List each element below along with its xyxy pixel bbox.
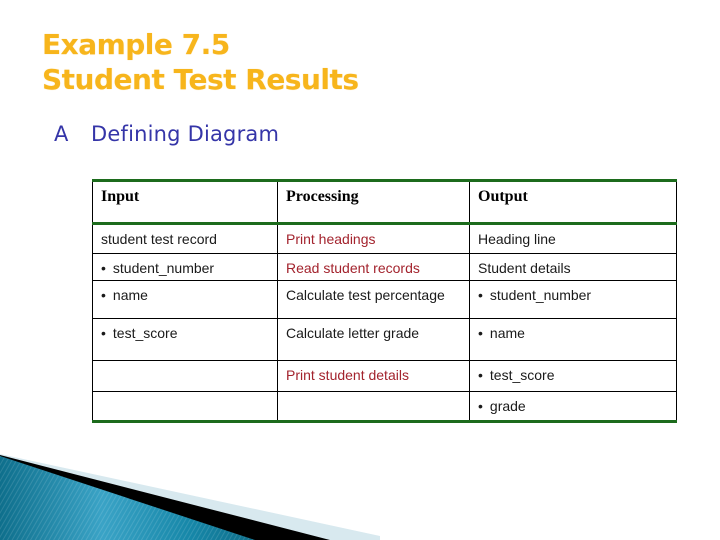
cell-text: Calculate test percentage bbox=[286, 287, 445, 303]
header-processing: Processing bbox=[277, 179, 470, 225]
cell-processing: Calculate letter grade bbox=[277, 318, 470, 361]
bullet-item: test_score bbox=[478, 367, 555, 383]
bullet-item: test_score bbox=[101, 325, 178, 341]
cell-processing: Calculate test percentage bbox=[277, 280, 470, 319]
table-row: student test record Print headings Headi… bbox=[92, 223, 677, 254]
bullet-item: grade bbox=[478, 398, 526, 414]
bullet-item: student_number bbox=[101, 260, 214, 276]
cell-text: student test record bbox=[101, 231, 217, 247]
table-header-row: Input Processing Output bbox=[92, 179, 677, 225]
cell-text: Print headings bbox=[286, 231, 376, 247]
bullet-item: name bbox=[478, 325, 525, 341]
table-row: test_score Calculate letter grade name bbox=[92, 318, 677, 361]
header-output: Output bbox=[469, 179, 677, 225]
table-row: grade bbox=[92, 391, 677, 423]
swoosh-stripe-overlay bbox=[0, 456, 255, 540]
cell-input-empty bbox=[92, 360, 278, 392]
cell-text: Read student records bbox=[286, 260, 420, 276]
header-input: Input bbox=[92, 179, 278, 225]
cell-input: test_score bbox=[92, 318, 278, 361]
decorative-swoosh bbox=[0, 454, 380, 540]
cell-output: Student details bbox=[469, 253, 677, 281]
cell-input: student_number bbox=[92, 253, 278, 281]
cell-processing-empty bbox=[277, 391, 470, 423]
cell-output: student_number bbox=[469, 280, 677, 319]
table-row: name Calculate test percentage student_n… bbox=[92, 280, 677, 319]
cell-output: Heading line bbox=[469, 223, 677, 254]
cell-processing: Print student details bbox=[277, 360, 470, 392]
defining-diagram-table: Input Processing Output student test rec… bbox=[92, 179, 677, 423]
section-title: Defining Diagram bbox=[91, 122, 280, 146]
cell-input: student test record bbox=[92, 223, 278, 254]
table-row: student_number Read student records Stud… bbox=[92, 253, 677, 281]
bullet-item: student_number bbox=[478, 287, 591, 303]
cell-output: grade bbox=[469, 391, 677, 423]
slide-title-line-2: Student Test Results bbox=[42, 63, 359, 96]
table-row: Print student details test_score bbox=[92, 360, 677, 392]
cell-output: test_score bbox=[469, 360, 677, 392]
cell-processing: Print headings bbox=[277, 223, 470, 254]
cell-output: name bbox=[469, 318, 677, 361]
cell-text: Print student details bbox=[286, 367, 409, 383]
cell-text: Heading line bbox=[478, 231, 556, 247]
slide-title-line-1: Example 7.5 bbox=[42, 28, 230, 61]
cell-text: Student details bbox=[478, 260, 571, 276]
cell-input-empty bbox=[92, 391, 278, 423]
slide-title: Example 7.5 Student Test Results bbox=[42, 27, 359, 97]
cell-text: Calculate letter grade bbox=[286, 325, 420, 341]
cell-processing: Read student records bbox=[277, 253, 470, 281]
bullet-item: name bbox=[101, 287, 148, 303]
section-heading: A Defining Diagram bbox=[54, 122, 279, 146]
section-marker: A bbox=[54, 122, 69, 146]
cell-input: name bbox=[92, 280, 278, 319]
